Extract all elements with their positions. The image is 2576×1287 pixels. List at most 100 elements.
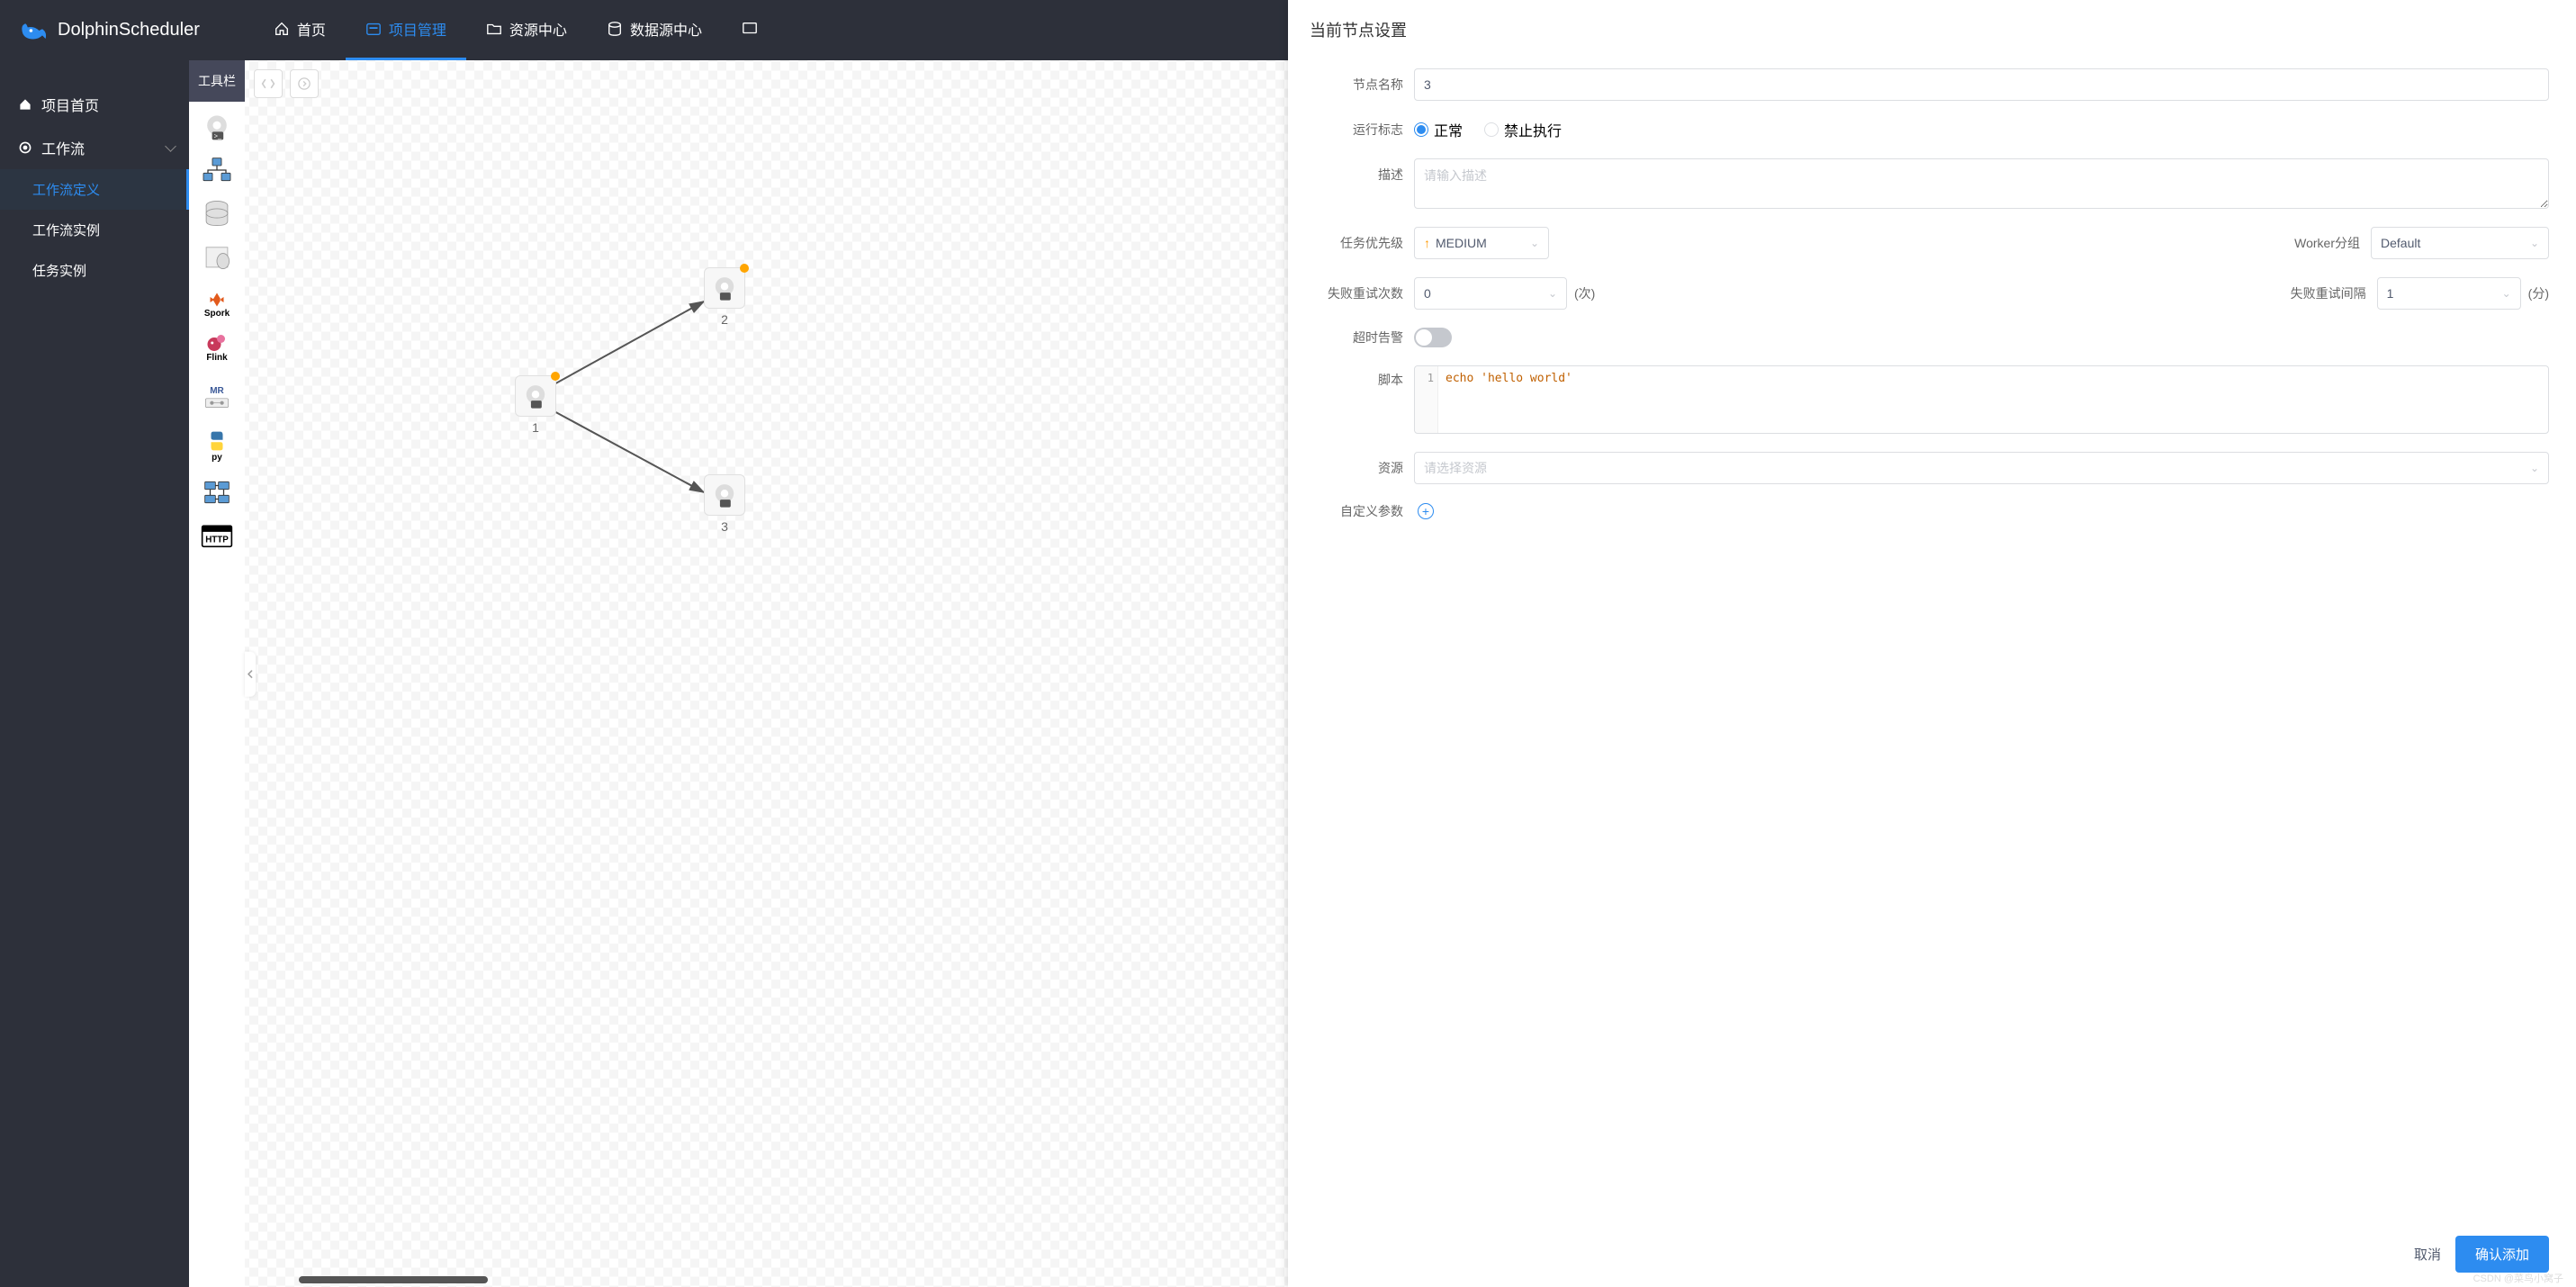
forward-button[interactable] [290, 69, 319, 98]
tool-sql[interactable] [199, 195, 235, 231]
nav-datasource-label: 数据源中心 [630, 18, 702, 40]
sidebar-collapse-handle[interactable] [245, 652, 256, 697]
nav-home-label: 首页 [297, 18, 326, 40]
chevron-down-icon: ⌄ [1530, 237, 1539, 249]
sidebar-task-instance[interactable]: 任务实例 [0, 250, 189, 291]
label-retry: 失败重试次数 [1288, 284, 1414, 302]
sidebar-workflow[interactable]: 工作流 [0, 126, 189, 169]
home-icon [274, 21, 290, 37]
label-timeout: 超时告警 [1288, 328, 1414, 346]
nav-resource[interactable]: 资源中心 [466, 0, 587, 60]
chevron-down-icon: ⌄ [2502, 287, 2511, 300]
label-custom-params: 自定义参数 [1288, 502, 1414, 520]
sidebar-workflow-definition[interactable]: 工作流定义 [0, 169, 189, 210]
radio-forbidden[interactable]: 禁止执行 [1484, 119, 1562, 140]
label-resource: 资源 [1288, 459, 1414, 477]
sidebar-project-home[interactable]: 项目首页 [0, 83, 189, 126]
monitor-icon [742, 21, 758, 37]
nav-project-label: 项目管理 [389, 18, 446, 40]
arrow-up-icon: ↑ [1424, 236, 1430, 250]
tool-subprocess[interactable] [199, 152, 235, 188]
mr-label: MR [210, 386, 224, 396]
folder-icon [486, 21, 502, 37]
node-1[interactable]: 1 [515, 375, 556, 435]
procedure-icon [202, 241, 232, 272]
node-2[interactable]: 2 [704, 267, 745, 327]
node-3[interactable]: 3 [704, 474, 745, 534]
resource-placeholder: 请选择资源 [1424, 459, 1487, 477]
input-node-name[interactable] [1414, 68, 2549, 101]
radio-normal[interactable]: 正常 [1414, 119, 1463, 140]
label-node-name: 节点名称 [1288, 76, 1414, 94]
script-content[interactable]: echo 'hello world' [1438, 366, 2548, 433]
code-view-button[interactable] [254, 69, 283, 98]
label-run-flag: 运行标志 [1288, 121, 1414, 139]
code-icon [261, 77, 275, 90]
tool-flink[interactable]: Flink [199, 325, 235, 370]
label-desc: 描述 [1288, 158, 1414, 184]
confirm-button[interactable]: 确认添加 [2455, 1236, 2549, 1273]
tool-mr[interactable]: MR [199, 377, 235, 417]
database-icon [607, 21, 623, 37]
svg-text:HTTP: HTTP [205, 535, 229, 544]
textarea-desc[interactable] [1414, 158, 2549, 209]
main-nav: 首页 项目管理 资源中心 数据源中心 [254, 0, 778, 60]
python-label: py [212, 453, 222, 463]
chevron-down-icon: ⌄ [2530, 462, 2539, 474]
tool-spark[interactable]: Spork [199, 282, 235, 318]
tool-python[interactable]: py [199, 424, 235, 467]
http-icon: HTTP [201, 521, 233, 550]
node-1-label: 1 [532, 420, 539, 435]
mr-icon [203, 396, 230, 409]
tool-http[interactable]: HTTP [199, 518, 235, 554]
nav-more[interactable] [722, 0, 778, 60]
chevron-left-icon [248, 670, 253, 679]
tool-shell[interactable]: >_ [199, 109, 235, 145]
gear-icon [18, 140, 32, 155]
select-retry[interactable]: 0 ⌄ [1414, 277, 1567, 310]
panel-footer: 取消 确认添加 [1288, 1221, 2576, 1287]
script-editor[interactable]: 1 echo 'hello world' [1414, 365, 2549, 434]
select-priority[interactable]: ↑ MEDIUM ⌄ [1414, 227, 1549, 259]
node-3-label: 3 [721, 519, 728, 534]
dependent-icon [202, 479, 232, 506]
label-script: 脚本 [1288, 365, 1414, 389]
radio-forbidden-label: 禁止执行 [1504, 119, 1562, 140]
sql-db-icon [202, 198, 232, 229]
flink-squirrel-icon [203, 333, 230, 353]
home-icon [18, 97, 32, 112]
spark-icon [203, 290, 230, 310]
toggle-timeout[interactable] [1414, 328, 1452, 347]
priority-value: MEDIUM [1436, 236, 1487, 250]
add-param-button[interactable]: + [1418, 503, 1434, 519]
select-resource[interactable]: 请选择资源 ⌄ [1414, 452, 2549, 484]
spark-label: Spork [204, 309, 230, 319]
cancel-button[interactable]: 取消 [2414, 1245, 2441, 1264]
nav-datasource[interactable]: 数据源中心 [587, 0, 722, 60]
tool-dependent[interactable] [199, 474, 235, 510]
shell-gear-icon [709, 480, 740, 510]
retry-value: 0 [1424, 286, 1431, 301]
script-line-number: 1 [1415, 366, 1438, 433]
panel-title: 当前节点设置 [1288, 0, 2576, 59]
retry-interval-unit: (分) [2528, 284, 2549, 302]
select-worker-group[interactable]: Default ⌄ [2371, 227, 2549, 259]
subprocess-icon [202, 157, 232, 184]
dolphin-logo-icon [18, 14, 50, 47]
label-worker-group: Worker分组 [2294, 234, 2371, 252]
nav-project[interactable]: 项目管理 [346, 0, 466, 60]
horizontal-scrollbar[interactable] [299, 1276, 488, 1283]
edge-1-2 [546, 294, 717, 393]
retry-interval-value: 1 [2387, 286, 2394, 301]
node-status-dot [740, 264, 749, 273]
sidebar-workflow-label: 工作流 [41, 137, 85, 158]
select-retry-interval[interactable]: 1 ⌄ [2377, 277, 2521, 310]
svg-text:>_: >_ [214, 132, 222, 140]
edge-1-3 [546, 402, 717, 501]
tool-procedure[interactable] [199, 238, 235, 274]
sidebar-workflow-instance[interactable]: 工作流实例 [0, 210, 189, 250]
shell-gear-icon: >_ [201, 111, 233, 143]
sidebar-project-home-label: 项目首页 [41, 94, 99, 115]
label-priority: 任务优先级 [1288, 234, 1414, 252]
nav-home[interactable]: 首页 [254, 0, 346, 60]
